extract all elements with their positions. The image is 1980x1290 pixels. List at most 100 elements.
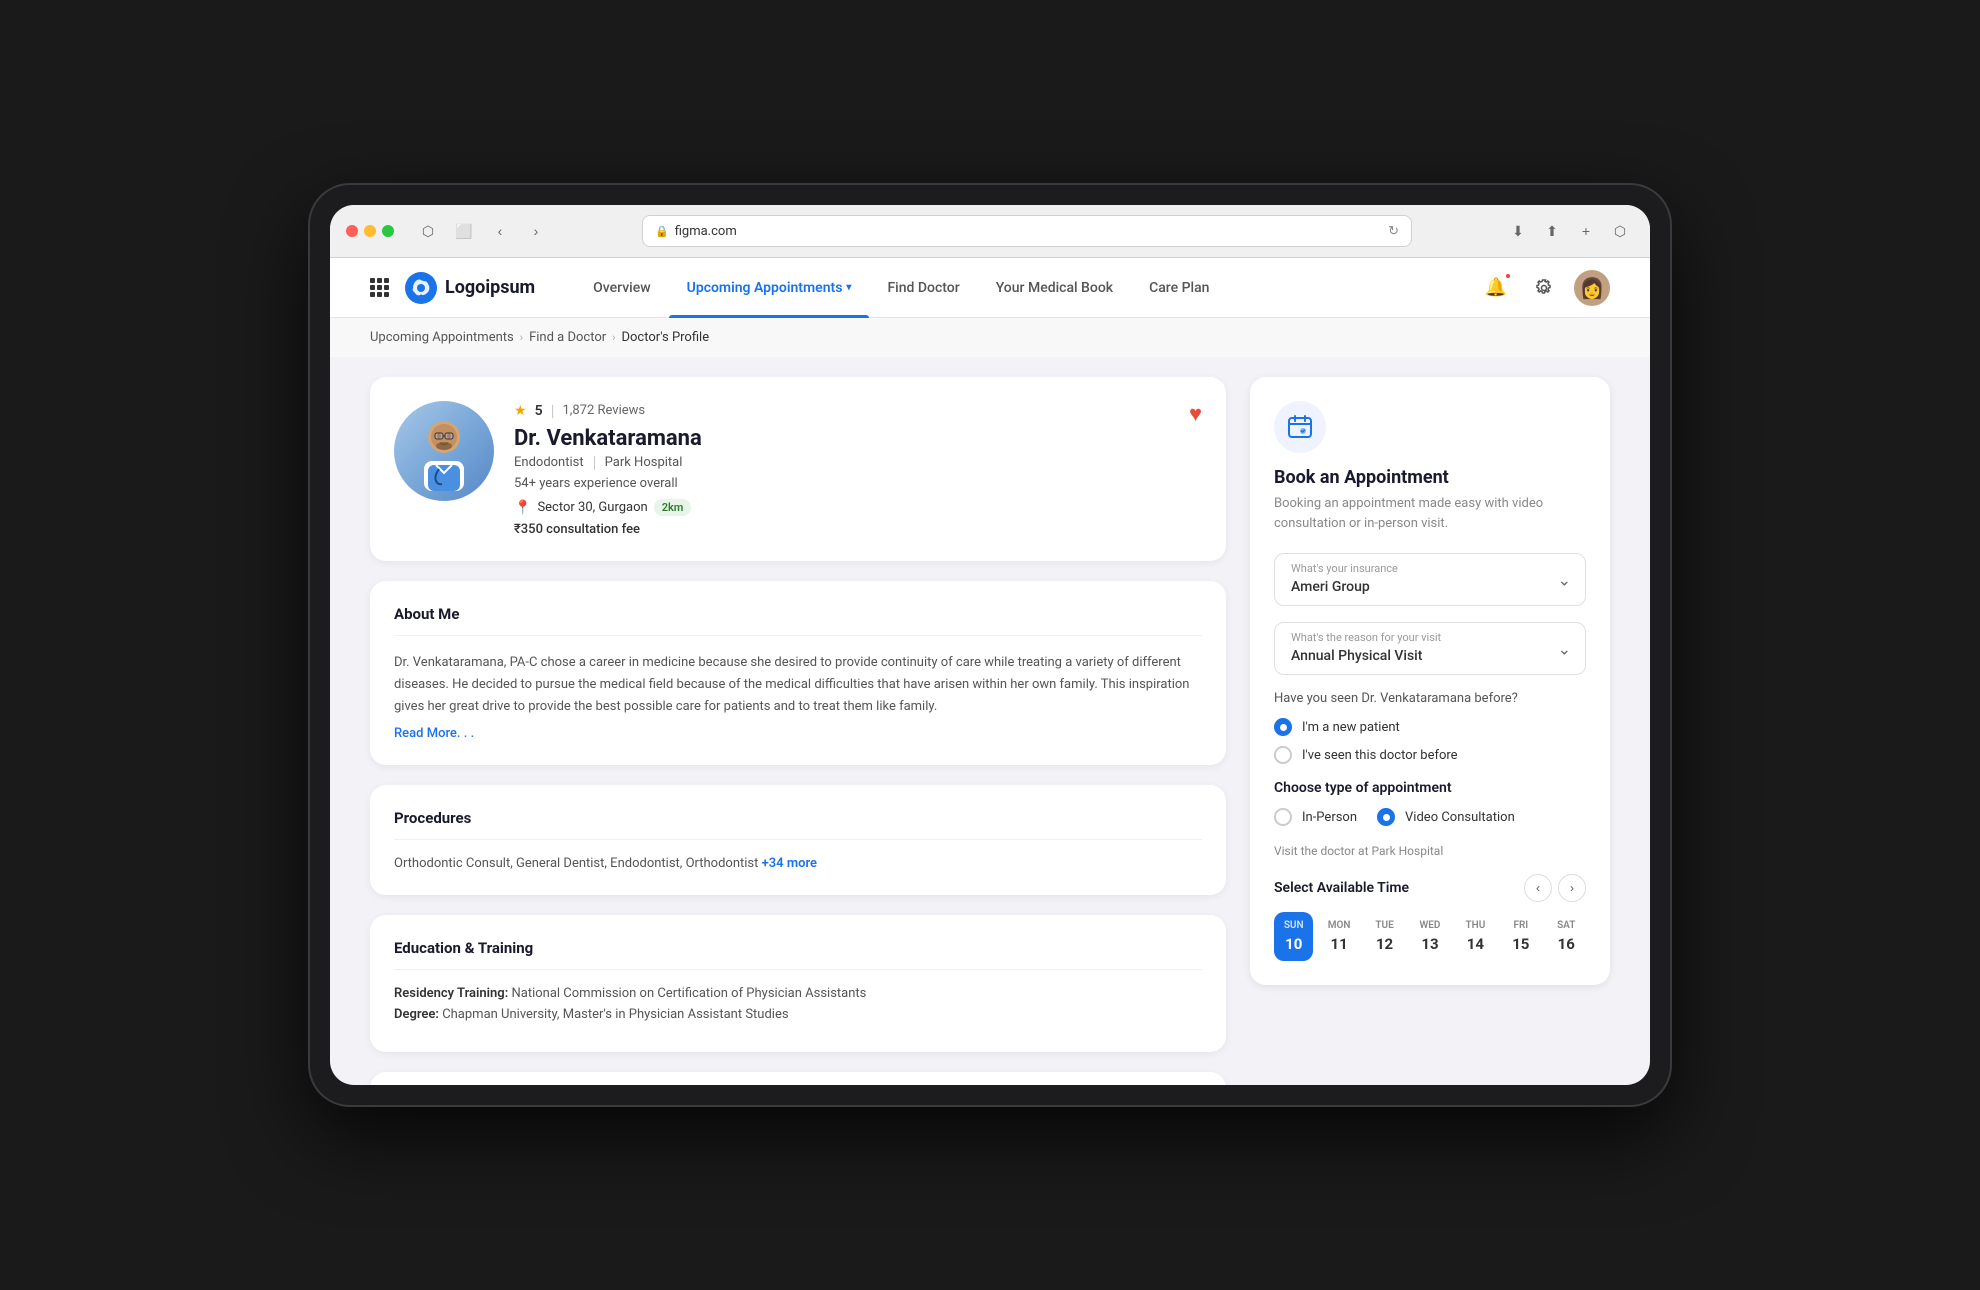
days-row: SUN 10 MON 11 TUE 12 WED [1274, 912, 1586, 961]
forward-nav-button[interactable]: › [522, 217, 550, 245]
logo-text: Logoipsum [445, 277, 535, 298]
download-button[interactable]: ⬇ [1504, 217, 1532, 245]
education-item-2: Degree: Chapman University, Master's in … [394, 1007, 1202, 1022]
existing-patient-label: I've seen this doctor before [1302, 748, 1458, 763]
in-person-radio[interactable] [1274, 808, 1292, 826]
location-text: Sector 30, Gurgaon [537, 500, 647, 515]
insurance-chevron-icon: ⌄ [1558, 570, 1571, 589]
day-thu[interactable]: THU 14 [1456, 912, 1495, 961]
rating-row: ★ 5 | 1,872 Reviews [514, 401, 1169, 420]
breadcrumb-upcoming[interactable]: Upcoming Appointments [370, 330, 514, 345]
about-title: About Me [394, 605, 1202, 636]
day-wed[interactable]: WED 13 [1410, 912, 1449, 961]
booking-card: Book an Appointment Booking an appointme… [1250, 377, 1610, 985]
appointment-type-section: Choose type of appointment In-Person Vid… [1274, 780, 1586, 858]
next-week-button[interactable]: › [1558, 874, 1586, 902]
nav-item-care-plan[interactable]: Care Plan [1131, 258, 1227, 318]
doctor-image [404, 411, 484, 491]
booking-icon-wrap [1274, 401, 1326, 453]
tabs-button[interactable]: ⬡ [1606, 217, 1634, 245]
day-mon[interactable]: MON 11 [1319, 912, 1358, 961]
booking-title: Book an Appointment [1274, 467, 1586, 488]
settings-button[interactable] [1526, 270, 1562, 306]
doctor-meta: Endodontist Park Hospital [514, 455, 1169, 470]
doctor-experience: 54+ years experience overall [514, 476, 1169, 491]
in-person-option[interactable]: In-Person [1274, 808, 1357, 826]
calendar-icon [1287, 414, 1313, 440]
maximize-button[interactable] [382, 225, 394, 237]
device-screen: ⬡ ⬜ ‹ › 🔒 figma.com ↻ ⬇ ⬆ + ⬡ [330, 205, 1650, 1085]
education-title: Education & Training [394, 939, 1202, 970]
visit-reason-chevron-icon: ⌄ [1558, 639, 1571, 658]
time-nav: Select Available Time ‹ › [1274, 874, 1586, 902]
notification-button[interactable]: 🔔 [1478, 270, 1514, 306]
day-tue[interactable]: TUE 12 [1365, 912, 1404, 961]
main-nav: Overview Upcoming Appointments ▾ Find Do… [575, 258, 1478, 318]
time-section-title: Select Available Time [1274, 880, 1409, 896]
nav-item-overview[interactable]: Overview [575, 258, 668, 318]
existing-patient-radio[interactable] [1274, 746, 1292, 764]
url-text: figma.com [675, 224, 737, 239]
patient-question: Have you seen Dr. Venkataramana before? [1274, 691, 1586, 706]
new-tab-button[interactable]: + [1572, 217, 1600, 245]
doctor-info: ★ 5 | 1,872 Reviews Dr. Venkataramana En… [514, 401, 1169, 537]
location-icon: 📍 [514, 500, 531, 516]
breadcrumb-profile: Doctor's Profile [621, 330, 709, 345]
nav-item-medical-book[interactable]: Your Medical Book [978, 258, 1131, 318]
existing-patient-option[interactable]: I've seen this doctor before [1274, 746, 1586, 764]
reload-icon: ↻ [1388, 224, 1399, 239]
minimize-button[interactable] [364, 225, 376, 237]
video-radio[interactable] [1377, 808, 1395, 826]
logo[interactable]: Logoipsum [405, 272, 535, 304]
rating-reviews: 1,872 Reviews [562, 403, 645, 418]
appointment-type-title: Choose type of appointment [1274, 780, 1586, 796]
insurance-value: Ameri Group [1275, 575, 1585, 605]
doctor-avatar [394, 401, 494, 501]
day-sat[interactable]: SAT 16 [1547, 912, 1586, 961]
address-bar[interactable]: 🔒 figma.com ↻ [642, 215, 1412, 247]
consult-fee: ₹350 consultation fee [514, 522, 1169, 537]
about-card: About Me Dr. Venkataramana, PA-C chose a… [370, 581, 1226, 765]
day-fri[interactable]: FRI 15 [1501, 912, 1540, 961]
service-location-card: Service Location [370, 1072, 1226, 1085]
new-patient-option[interactable]: I'm a new patient [1274, 718, 1586, 736]
close-button[interactable] [346, 225, 358, 237]
new-patient-radio[interactable] [1274, 718, 1292, 736]
video-option[interactable]: Video Consultation [1377, 808, 1515, 826]
doctor-specialty: Endodontist [514, 455, 584, 470]
star-icon: ★ [514, 403, 527, 419]
distance-badge: 2km [654, 499, 692, 516]
grid-icon[interactable] [370, 278, 389, 297]
insurance-select[interactable]: What's your insurance Ameri Group ⌄ [1274, 553, 1586, 606]
traffic-lights [346, 225, 394, 237]
gear-icon [1534, 278, 1554, 298]
in-person-label: In-Person [1302, 810, 1357, 825]
time-nav-arrows: ‹ › [1524, 874, 1586, 902]
device-frame: ⬡ ⬜ ‹ › 🔒 figma.com ↻ ⬇ ⬆ + ⬡ [310, 185, 1670, 1105]
booking-subtitle: Booking an appointment made easy with vi… [1274, 494, 1586, 533]
back-nav-button[interactable]: ‹ [486, 217, 514, 245]
breadcrumb-find-doctor[interactable]: Find a Doctor [529, 330, 606, 345]
doctor-hospital: Park Hospital [605, 455, 683, 470]
avatar[interactable]: 👩 [1574, 270, 1610, 306]
read-more-button[interactable]: Read More. . . [394, 726, 1202, 741]
sidebar-toggle-button[interactable]: ⬜ [450, 217, 478, 245]
day-sun[interactable]: SUN 10 [1274, 912, 1313, 961]
bell-icon: 🔔 [1485, 277, 1507, 298]
browser-right-actions: ⬇ ⬆ + ⬡ [1504, 217, 1634, 245]
app-nav: Logoipsum Overview Upcoming Appointments… [330, 258, 1650, 318]
more-badge[interactable]: +34 more [762, 856, 817, 871]
browser-nav-actions: ⬡ ⬜ ‹ › [414, 217, 550, 245]
insurance-label: What's your insurance [1275, 554, 1585, 575]
favorite-button[interactable]: ♥ [1189, 401, 1202, 427]
visit-reason-select[interactable]: What's the reason for your visit Annual … [1274, 622, 1586, 675]
insurance-group: What's your insurance Ameri Group ⌄ [1274, 553, 1586, 606]
appointment-type-options: In-Person Video Consultation [1274, 808, 1586, 836]
share-button[interactable]: ⬆ [1538, 217, 1566, 245]
visit-reason-value: Annual Physical Visit [1275, 644, 1585, 674]
back-button[interactable]: ⬡ [414, 217, 442, 245]
right-column: Book an Appointment Booking an appointme… [1250, 377, 1610, 1065]
prev-week-button[interactable]: ‹ [1524, 874, 1552, 902]
nav-item-upcoming[interactable]: Upcoming Appointments ▾ [669, 258, 870, 318]
nav-item-find-doctor[interactable]: Find Doctor [869, 258, 977, 318]
